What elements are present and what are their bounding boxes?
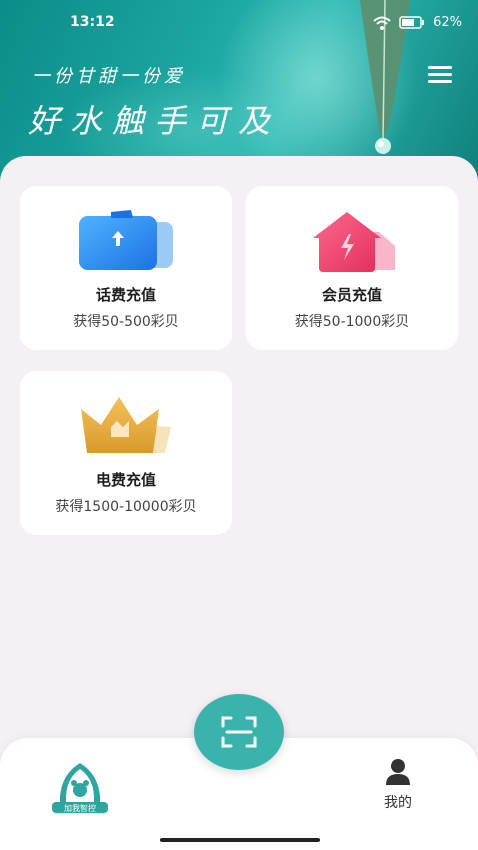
card-member-recharge[interactable]: 会员充值 获得50-1000彩贝 <box>246 186 458 350</box>
slogan-subtitle: 一份甘甜一份爱 <box>32 66 186 87</box>
scan-button[interactable] <box>194 694 284 770</box>
wifi-icon <box>373 16 391 30</box>
card-title: 话费充值 <box>95 286 156 304</box>
card-title: 会员充值 <box>321 286 382 304</box>
scan-icon <box>221 716 257 748</box>
crown-icon <box>81 397 171 453</box>
home-logo-text: 加我智控 <box>64 803 96 813</box>
battery-icon <box>399 16 425 29</box>
nav-mine-tab[interactable]: 我的 <box>372 758 424 812</box>
card-subtitle: 获得50-1000彩贝 <box>294 314 410 330</box>
nav-home-tab[interactable]: 加我智控 <box>50 760 110 814</box>
card-title: 电费充值 <box>95 471 156 489</box>
battery-percentage: 62% <box>433 15 462 30</box>
slogan-title: 好水触手可及 <box>28 102 281 140</box>
user-icon <box>386 759 410 785</box>
member-house-icon <box>313 212 395 272</box>
card-subtitle: 获得1500-10000彩贝 <box>55 499 197 515</box>
menu-icon[interactable] <box>428 66 452 86</box>
card-electricity-recharge[interactable]: 电费充值 获得1500-10000彩贝 <box>20 371 232 535</box>
phone-card-icon <box>79 210 173 270</box>
status-time: 13:12 <box>70 14 115 30</box>
nav-mine-label: 我的 <box>384 795 412 811</box>
status-bar: 13:12 62% <box>0 14 478 36</box>
card-subtitle: 获得50-500彩贝 <box>73 314 179 330</box>
home-indicator[interactable] <box>160 838 320 842</box>
status-icons: 62% <box>373 15 462 30</box>
card-phone-recharge[interactable]: 话费充值 获得50-500彩贝 <box>20 186 232 350</box>
home-logo-icon: 加我智控 <box>52 763 108 813</box>
